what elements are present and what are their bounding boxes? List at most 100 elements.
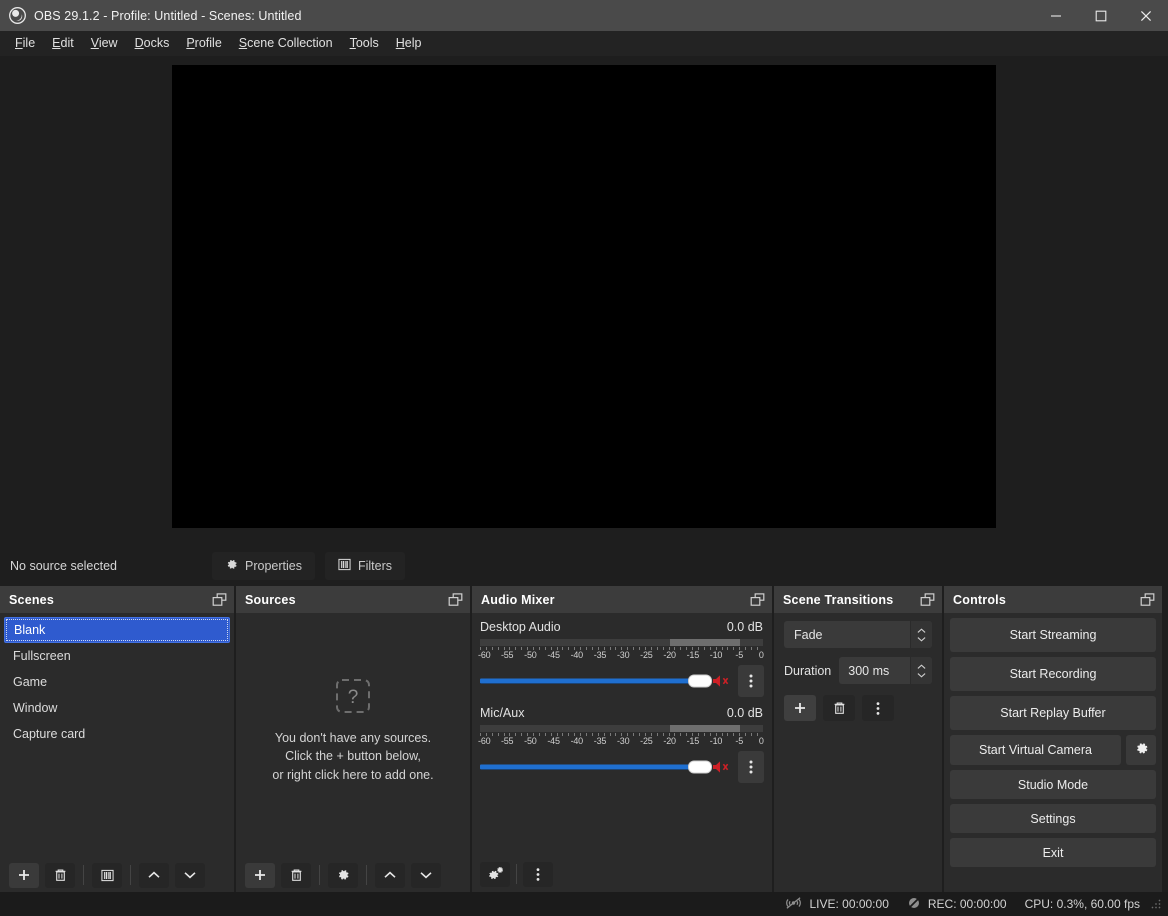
transition-select-value: Fade <box>794 628 823 642</box>
menu-bar: File Edit View Docks Profile Scene Colle… <box>0 31 1168 56</box>
meter-tick: -60 <box>478 650 490 660</box>
volume-slider[interactable] <box>480 757 704 777</box>
audio-meter-scale: -60 -55 -50 -45 -40 -35 -30 -25 -20 -15 <box>480 647 763 662</box>
volume-slider-handle[interactable] <box>688 675 712 688</box>
duration-spinner[interactable] <box>910 657 932 684</box>
start-recording-button[interactable]: Start Recording <box>950 657 1156 691</box>
sources-empty-line-3: or right click here to add one. <box>272 766 433 785</box>
svg-text:?: ? <box>348 687 359 708</box>
scene-item-capture-card[interactable]: Capture card <box>4 721 230 747</box>
audio-track-db: 0.0 dB <box>727 620 763 634</box>
audio-track-menu-button[interactable] <box>738 665 764 697</box>
meter-tick: -35 <box>594 736 606 746</box>
speaker-muted-icon[interactable] <box>710 672 732 690</box>
volume-slider[interactable] <box>480 671 704 691</box>
move-source-up-button[interactable] <box>375 863 405 888</box>
sources-empty-text: You don't have any sources. Click the + … <box>272 729 433 785</box>
scene-item-game[interactable]: Game <box>4 669 230 695</box>
audio-meter-scale: -60 -55 -50 -45 -40 -35 -30 -25 -20 -15 <box>480 733 763 748</box>
properties-button[interactable]: Properties <box>212 552 315 580</box>
move-scene-up-button[interactable] <box>139 863 169 888</box>
start-virtual-camera-button[interactable]: Start Virtual Camera <box>950 735 1121 765</box>
menu-tools[interactable]: Tools <box>342 33 387 54</box>
undock-icon[interactable] <box>447 592 463 608</box>
menu-file[interactable]: File <box>7 33 43 54</box>
move-scene-down-button[interactable] <box>175 863 205 888</box>
window-controls <box>1033 0 1168 31</box>
menu-help[interactable]: Help <box>388 33 430 54</box>
scene-filters-button[interactable] <box>92 863 122 888</box>
filters-button[interactable]: Filters <box>325 552 405 580</box>
audio-level-meter <box>480 725 763 732</box>
docks-row: Scenes Blank Fullscreen Game Window Capt… <box>0 586 1168 892</box>
resize-grip-icon[interactable] <box>1150 898 1162 910</box>
menu-view[interactable]: View <box>83 33 126 54</box>
preview-area[interactable] <box>0 56 1168 546</box>
toolbar-divider <box>366 865 367 885</box>
meter-tick: -55 <box>501 650 513 660</box>
remove-source-button[interactable] <box>281 863 311 888</box>
scene-item-fullscreen[interactable]: Fullscreen <box>4 643 230 669</box>
advanced-audio-properties-button[interactable] <box>480 862 510 887</box>
add-scene-button[interactable] <box>9 863 39 888</box>
remove-scene-button[interactable] <box>45 863 75 888</box>
undock-icon[interactable] <box>919 592 935 608</box>
start-streaming-button[interactable]: Start Streaming <box>950 618 1156 652</box>
duration-input[interactable]: 300 ms <box>839 657 932 684</box>
menu-edit[interactable]: Edit <box>44 33 82 54</box>
question-placeholder-icon: ? <box>334 677 372 715</box>
menu-docks[interactable]: Docks <box>127 33 178 54</box>
minimize-icon[interactable] <box>1033 0 1078 31</box>
audio-track-controls <box>478 665 764 697</box>
menu-profile[interactable]: Profile <box>178 33 229 54</box>
audio-mixer-body[interactable]: Desktop Audio 0.0 dB <box>472 613 772 856</box>
meter-tick: -35 <box>594 650 606 660</box>
transition-select[interactable]: Fade <box>784 621 932 648</box>
scene-transitions-dock-header: Scene Transitions <box>774 586 942 613</box>
scenes-list-body[interactable]: Blank Fullscreen Game Window Capture car… <box>0 613 234 858</box>
audio-track-menu-button[interactable] <box>738 751 764 783</box>
gear-icon <box>1134 741 1149 759</box>
audio-mixer-menu-button[interactable] <box>523 862 553 887</box>
meter-tick: -45 <box>547 650 559 660</box>
controls-body: Start Streaming Start Recording Start Re… <box>944 613 1162 892</box>
meter-tick: -15 <box>687 650 699 660</box>
move-source-down-button[interactable] <box>411 863 441 888</box>
meter-tick: -10 <box>710 650 722 660</box>
audio-meter-tick-labels: -60 -55 -50 -45 -40 -35 -30 -25 -20 -15 <box>480 736 763 748</box>
exit-button[interactable]: Exit <box>950 838 1156 867</box>
controls-title: Controls <box>953 593 1006 607</box>
meter-tick: -25 <box>640 736 652 746</box>
scene-item-window[interactable]: Window <box>4 695 230 721</box>
scenes-title: Scenes <box>9 593 54 607</box>
add-source-button[interactable] <box>245 863 275 888</box>
close-icon[interactable] <box>1123 0 1168 31</box>
menu-scene-collection[interactable]: Scene Collection <box>231 33 341 54</box>
undock-icon[interactable] <box>749 592 765 608</box>
volume-slider-handle[interactable] <box>688 761 712 774</box>
add-transition-button[interactable] <box>784 695 816 721</box>
transition-properties-button[interactable] <box>862 695 894 721</box>
scenes-list[interactable]: Blank Fullscreen Game Window Capture car… <box>0 613 234 747</box>
studio-mode-button[interactable]: Studio Mode <box>950 770 1156 799</box>
preview-toolbar: No source selected Properties Fi <box>0 546 1168 586</box>
settings-button[interactable]: Settings <box>950 804 1156 833</box>
scene-item-blank[interactable]: Blank <box>4 617 230 643</box>
sources-list-body[interactable]: ? You don't have any sources. Click the … <box>236 613 470 858</box>
audio-track-db: 0.0 dB <box>727 706 763 720</box>
start-replay-buffer-button[interactable]: Start Replay Buffer <box>950 696 1156 730</box>
undock-icon[interactable] <box>1139 592 1155 608</box>
preview-canvas[interactable] <box>172 65 996 528</box>
remove-transition-button[interactable] <box>823 695 855 721</box>
maximize-icon[interactable] <box>1078 0 1123 31</box>
transition-select-spinner[interactable] <box>910 621 932 648</box>
scenes-dock-header: Scenes <box>0 586 234 613</box>
window-title: OBS 29.1.2 - Profile: Untitled - Scenes:… <box>34 9 302 23</box>
virtual-camera-config-button[interactable] <box>1126 735 1156 765</box>
audio-mixer-toolbar <box>472 856 772 892</box>
meter-tick: -20 <box>663 650 675 660</box>
rec-status: REC: 00:00:00 <box>907 896 1007 913</box>
undock-icon[interactable] <box>211 592 227 608</box>
speaker-muted-icon[interactable] <box>710 758 732 776</box>
source-properties-button[interactable] <box>328 863 358 888</box>
